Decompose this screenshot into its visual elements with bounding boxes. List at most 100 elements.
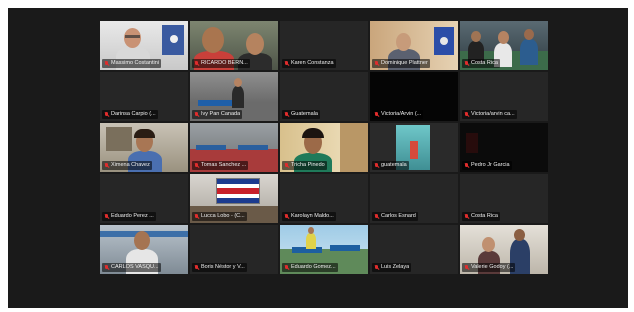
participant-tile[interactable]: Tomas Sanchez ... — [190, 123, 278, 172]
mic-off-icon — [104, 213, 109, 220]
participant-name: Tricha Pinedo — [291, 162, 325, 168]
participant-name: Carlos Esnard — [381, 213, 416, 219]
participant-namebar: Costa Rica — [462, 212, 500, 221]
participant-name: Luis Zelaya — [381, 264, 410, 270]
mic-off-icon — [374, 111, 379, 118]
participant-namebar: Dominique Plattner — [372, 59, 430, 68]
mic-off-icon — [284, 60, 289, 67]
mic-off-icon — [464, 162, 469, 169]
mic-off-icon — [194, 60, 199, 67]
participant-namebar: Victoria/arvin ca... — [462, 110, 517, 119]
participant-tile[interactable]: Tricha Pinedo — [280, 123, 368, 172]
participant-namebar: Ximena Chavez — [102, 161, 152, 170]
participant-tile[interactable]: Ximena Chavez — [100, 123, 188, 172]
participant-tile[interactable]: Eduardo Gomez... — [280, 225, 368, 274]
participant-name: Massimo Costantini — [111, 60, 159, 66]
participant-namebar: Darinsa Carpio (... — [102, 110, 158, 119]
participant-tile[interactable]: Valerie Godoy (... — [460, 225, 548, 274]
participant-tile[interactable]: CARLOS VASQU... — [100, 225, 188, 274]
participant-namebar: Massimo Costantini — [102, 59, 161, 68]
participant-name: RICARDO BERN... — [201, 60, 248, 66]
mic-off-icon — [374, 60, 379, 67]
participant-tile[interactable]: Eduardo Perez ... — [100, 174, 188, 223]
participant-name: Victoria/Arvin (... — [381, 111, 422, 117]
participant-name: Tomas Sanchez ... — [201, 162, 247, 168]
participant-name: guatemala — [381, 162, 407, 168]
participant-tile[interactable]: Lucca Lobo - (C... — [190, 174, 278, 223]
participant-tile[interactable]: RICARDO BERN... — [190, 21, 278, 70]
participant-namebar: Luis Zelaya — [372, 263, 412, 272]
mic-off-icon — [194, 264, 199, 271]
mic-off-icon — [374, 213, 379, 220]
participant-name: Boris Néstor y V... — [201, 264, 245, 270]
participant-namebar: Ivy Pan Canada — [192, 110, 243, 119]
participant-namebar: Karolayn Maldo... — [282, 212, 336, 221]
mic-off-icon — [464, 60, 469, 67]
participant-name: Ximena Chavez — [111, 162, 150, 168]
participant-namebar: Costa Rica — [462, 59, 500, 68]
participant-namebar: Tricha Pinedo — [282, 161, 327, 170]
participant-name: Karolayn Maldo... — [291, 213, 334, 219]
participant-tile[interactable]: Costa Rica — [460, 174, 548, 223]
mic-off-icon — [104, 264, 109, 271]
participant-tile[interactable]: Guatemala — [280, 72, 368, 121]
participant-namebar: Guatemala — [282, 110, 320, 119]
participant-tile[interactable]: Ivy Pan Canada — [190, 72, 278, 121]
participant-tile[interactable]: guatemala — [370, 123, 458, 172]
mic-off-icon — [464, 111, 469, 118]
zoom-gallery-window: Massimo Costantini RICARDO BERN... Karen… — [8, 8, 628, 308]
participant-name: CARLOS VASQU... — [111, 264, 159, 270]
mic-off-icon — [374, 162, 379, 169]
participant-name: Eduardo Gomez... — [291, 264, 336, 270]
mic-off-icon — [464, 213, 469, 220]
participant-tile[interactable]: Boris Néstor y V... — [190, 225, 278, 274]
mic-off-icon — [104, 162, 109, 169]
participant-tile[interactable]: Luis Zelaya — [370, 225, 458, 274]
mic-off-icon — [284, 264, 289, 271]
mic-off-icon — [374, 264, 379, 271]
participant-name: Pedro Jr Garcia — [471, 162, 510, 168]
participant-tile[interactable]: Victoria/arvin ca... — [460, 72, 548, 121]
participant-namebar: Pedro Jr Garcia — [462, 161, 512, 170]
participant-name: Dominique Plattner — [381, 60, 428, 66]
participant-name: Valerie Godoy (... — [471, 264, 514, 270]
participant-tile[interactable]: Pedro Jr Garcia — [460, 123, 548, 172]
participant-name: Lucca Lobo - (C... — [201, 213, 245, 219]
participant-tile[interactable]: Karolayn Maldo... — [280, 174, 368, 223]
participant-namebar: Lucca Lobo - (C... — [192, 212, 247, 221]
participant-grid: Massimo Costantini RICARDO BERN... Karen… — [100, 21, 548, 274]
mic-off-icon — [464, 264, 469, 271]
participant-name: Darinsa Carpio (... — [111, 111, 156, 117]
participant-namebar: Eduardo Gomez... — [282, 263, 338, 272]
mic-off-icon — [104, 60, 109, 67]
mic-off-icon — [104, 111, 109, 118]
participant-tile[interactable]: Karen Constanza — [280, 21, 368, 70]
participant-namebar: Carlos Esnard — [372, 212, 418, 221]
participant-tile[interactable]: Carlos Esnard — [370, 174, 458, 223]
mic-off-icon — [194, 111, 199, 118]
participant-tile[interactable]: Massimo Costantini — [100, 21, 188, 70]
participant-name: Ivy Pan Canada — [201, 111, 241, 117]
mic-off-icon — [194, 162, 199, 169]
participant-namebar: RICARDO BERN... — [192, 59, 250, 68]
participant-name: Karen Constanza — [291, 60, 334, 66]
participant-namebar: Tomas Sanchez ... — [192, 161, 249, 170]
participant-namebar: Valerie Godoy (... — [462, 263, 516, 272]
participant-tile[interactable]: Dominique Plattner — [370, 21, 458, 70]
participant-name: Eduardo Perez ... — [111, 213, 154, 219]
mic-off-icon — [284, 213, 289, 220]
participant-namebar: Eduardo Perez ... — [102, 212, 156, 221]
mic-off-icon — [284, 111, 289, 118]
participant-namebar: Karen Constanza — [282, 59, 336, 68]
participant-tile[interactable]: Darinsa Carpio (... — [100, 72, 188, 121]
participant-name: Victoria/arvin ca... — [471, 111, 515, 117]
participant-namebar: Boris Néstor y V... — [192, 263, 247, 272]
participant-tile[interactable]: Victoria/Arvin (... — [370, 72, 458, 121]
participant-tile[interactable]: Costa Rica — [460, 21, 548, 70]
participant-name: Costa Rica — [471, 60, 498, 66]
mic-off-icon — [194, 213, 199, 220]
participant-name: Guatemala — [291, 111, 318, 117]
participant-namebar: CARLOS VASQU... — [102, 263, 161, 272]
participant-namebar: guatemala — [372, 161, 409, 170]
mic-off-icon — [284, 162, 289, 169]
